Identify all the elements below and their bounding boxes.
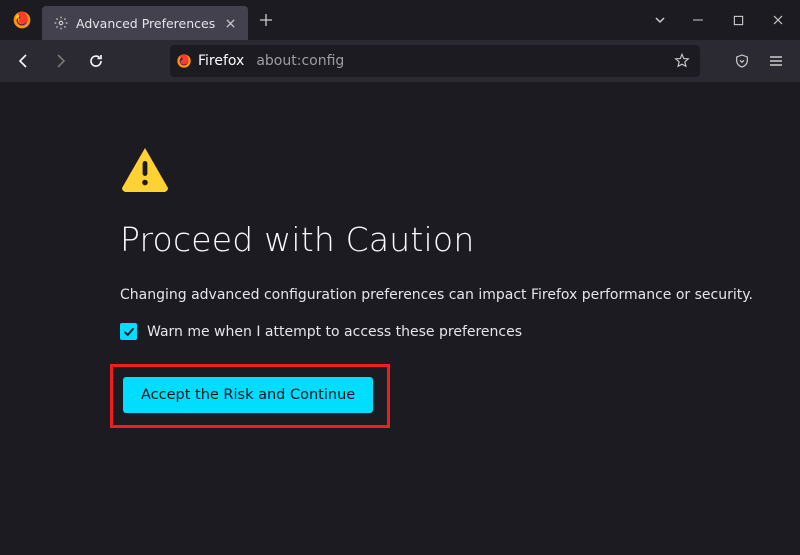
url-path: about:config: [256, 53, 344, 69]
new-tab-button[interactable]: [252, 6, 280, 34]
about-config-warning-page: Proceed with Caution Changing advanced c…: [0, 82, 800, 428]
warn-checkbox-label[interactable]: Warn me when I attempt to access these p…: [147, 324, 522, 340]
firefox-app-icon: [12, 10, 42, 30]
reload-button[interactable]: [80, 45, 112, 77]
warn-checkbox[interactable]: [120, 323, 137, 340]
tab-close-button[interactable]: [222, 15, 238, 31]
gear-icon: [54, 16, 68, 30]
browser-tab[interactable]: Advanced Preferences: [42, 6, 248, 40]
navigation-toolbar: Firefox about:config: [0, 40, 800, 82]
save-to-pocket-button[interactable]: [726, 45, 758, 77]
tabs-dropdown-button[interactable]: [640, 13, 680, 27]
window-maximize-button[interactable]: [720, 5, 756, 35]
window-minimize-button[interactable]: [680, 5, 716, 35]
accept-risk-button[interactable]: Accept the Risk and Continue: [123, 377, 373, 413]
highlight-annotation: Accept the Risk and Continue: [110, 364, 390, 428]
window-titlebar: Advanced Preferences: [0, 0, 800, 40]
page-heading: Proceed with Caution: [120, 220, 800, 259]
warning-description: Changing advanced configuration preferen…: [120, 287, 800, 303]
forward-button[interactable]: [44, 45, 76, 77]
application-menu-button[interactable]: [760, 45, 792, 77]
window-close-button[interactable]: [760, 5, 796, 35]
url-bar[interactable]: Firefox about:config: [170, 45, 700, 77]
bookmark-star-button[interactable]: [670, 49, 694, 73]
tab-title: Advanced Preferences: [76, 16, 222, 31]
firefox-identity-icon: [176, 53, 192, 69]
url-host: Firefox: [198, 53, 244, 69]
warning-triangle-icon: [120, 146, 800, 192]
back-button[interactable]: [8, 45, 40, 77]
